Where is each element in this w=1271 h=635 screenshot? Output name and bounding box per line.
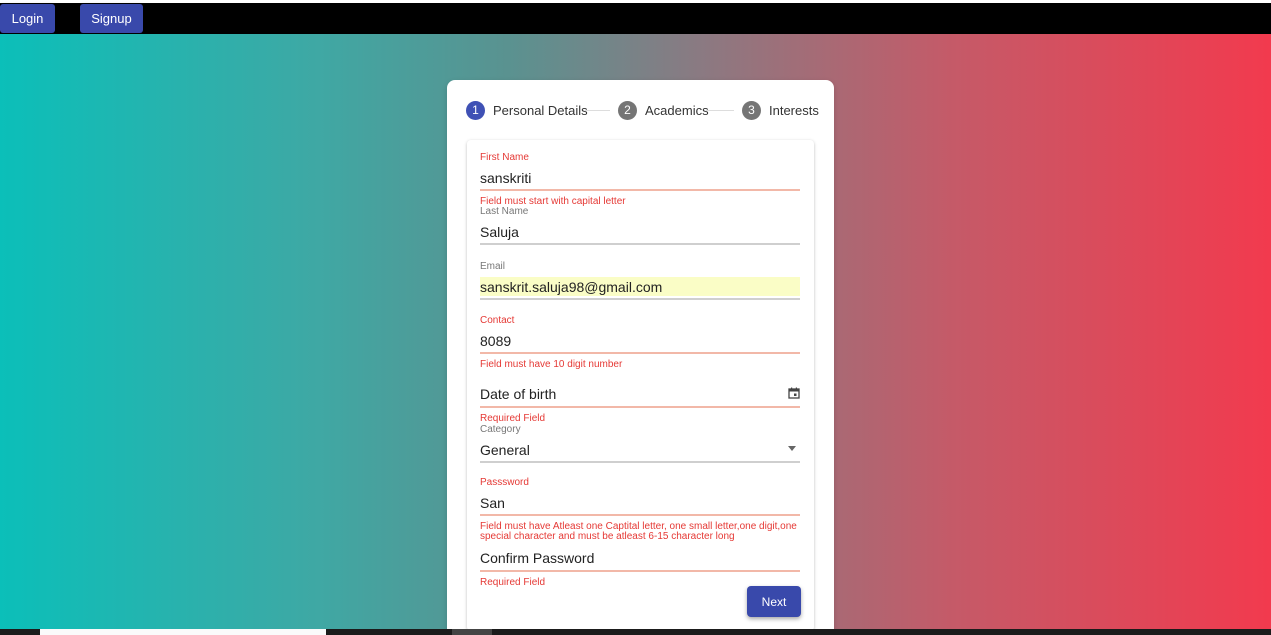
password-field[interactable]: Passsword San Field must have Atleast on… — [480, 477, 800, 547]
last-name-underline — [480, 243, 800, 245]
step-personal-details[interactable]: 1 Personal Details — [466, 100, 588, 120]
confirm-password-underline — [480, 570, 800, 572]
email-field[interactable]: Email sanskrit.saluja98@gmail.com — [480, 261, 800, 303]
password-error: Field must have Atleast one Captital let… — [480, 521, 797, 542]
next-button[interactable]: Next — [747, 586, 801, 617]
taskbar-segment — [452, 629, 492, 635]
password-label: Passsword — [480, 477, 529, 488]
login-button[interactable]: Login — [0, 4, 55, 33]
stepper-connector — [585, 110, 610, 111]
step-label-interests: Interests — [769, 102, 819, 118]
category-label: Category — [480, 424, 521, 435]
contact-error: Field must have 10 digit number — [480, 359, 623, 370]
stepper-connector — [706, 110, 734, 111]
taskbar-strip — [0, 629, 1271, 635]
first-name-underline — [480, 189, 800, 191]
stepper: 1 Personal Details 2 Academics 3 Interes… — [466, 100, 819, 120]
top-navbar: Login Signup — [0, 0, 1271, 34]
email-input[interactable]: sanskrit.saluja98@gmail.com — [480, 279, 662, 295]
password-underline — [480, 514, 800, 516]
gradient-background: 1 Personal Details 2 Academics 3 Interes… — [0, 34, 1271, 635]
category-underline — [480, 461, 800, 463]
step-number-1: 1 — [466, 100, 485, 120]
step-interests[interactable]: 3 Interests — [742, 100, 819, 120]
step-label-personal-details: Personal Details — [493, 102, 588, 118]
signup-button[interactable]: Signup — [80, 4, 143, 33]
email-label: Email — [480, 261, 506, 272]
contact-field[interactable]: Contact 8089 Field must have 10 digit nu… — [480, 315, 800, 375]
calendar-icon[interactable] — [788, 387, 800, 399]
step-number-3: 3 — [742, 100, 761, 120]
first-name-label: First Name — [480, 152, 529, 163]
confirm-password-input[interactable]: Confirm Password — [480, 550, 594, 566]
first-name-input[interactable]: sanskriti — [480, 170, 531, 186]
email-underline — [480, 298, 800, 300]
dropdown-arrow-icon[interactable] — [788, 446, 796, 451]
date-of-birth-field[interactable]: Date of birth Required Field — [480, 382, 800, 430]
first-name-field[interactable]: First Name sanskriti Field must start wi… — [480, 152, 800, 210]
category-value[interactable]: General — [480, 442, 530, 458]
date-of-birth-error: Required Field — [480, 413, 546, 424]
contact-label: Contact — [480, 315, 515, 326]
date-of-birth-input[interactable]: Date of birth — [480, 386, 556, 402]
step-academics[interactable]: 2 Academics — [618, 100, 709, 120]
confirm-password-field[interactable]: Confirm Password Required Field — [480, 550, 800, 590]
confirm-password-error: Required Field — [480, 577, 546, 588]
step-label-academics: Academics — [645, 102, 709, 118]
step-number-2: 2 — [618, 100, 637, 120]
last-name-input[interactable]: Saluja — [480, 224, 519, 240]
contact-underline — [480, 352, 800, 354]
last-name-label: Last Name — [480, 206, 529, 217]
date-of-birth-underline — [480, 406, 800, 408]
registration-card: 1 Personal Details 2 Academics 3 Interes… — [447, 80, 834, 635]
contact-input[interactable]: 8089 — [480, 333, 511, 349]
personal-details-form: First Name sanskriti Field must start wi… — [467, 140, 814, 631]
password-input[interactable]: San — [480, 495, 505, 511]
taskbar-segment — [40, 629, 326, 635]
last-name-field[interactable]: Last Name Saluja — [480, 206, 800, 248]
category-select[interactable]: Category General — [480, 424, 800, 468]
